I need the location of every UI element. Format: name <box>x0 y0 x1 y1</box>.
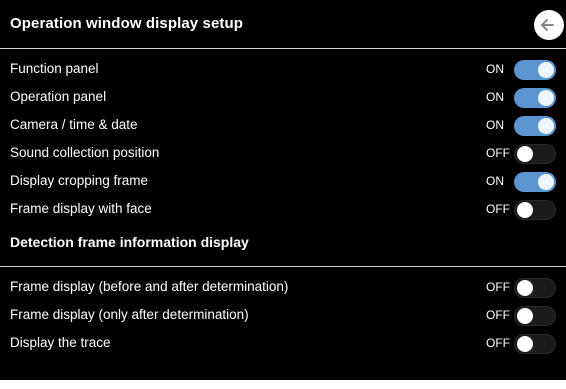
page: Operation window display setup Function … <box>0 0 566 389</box>
toggle-switch[interactable] <box>514 172 556 192</box>
toggle-state-text: ON <box>486 118 504 132</box>
setting-label: Display cropping frame <box>10 173 149 188</box>
toggle-switch[interactable] <box>514 144 556 164</box>
setting-label: Display the trace <box>10 335 111 350</box>
setting-row-camera-time-date[interactable]: Camera / time & date ON <box>0 111 566 139</box>
setting-label: Function panel <box>10 61 99 76</box>
setting-row-cropping-frame[interactable]: Display cropping frame ON <box>0 167 566 195</box>
toggle-knob <box>517 308 533 324</box>
toggle-knob <box>538 118 554 134</box>
setting-row-sound-collection[interactable]: Sound collection position OFF <box>0 139 566 167</box>
toggle-switch[interactable] <box>514 116 556 136</box>
toggle-state-text: ON <box>486 174 504 188</box>
setting-row-frame-after-only[interactable]: Frame display (only after determination)… <box>0 301 566 329</box>
setting-row-operation-panel[interactable]: Operation panel ON <box>0 83 566 111</box>
setting-label: Frame display (only after determination) <box>10 307 249 322</box>
settings-panel: Operation window display setup Function … <box>0 0 566 380</box>
toggle-state-text: ON <box>486 62 504 76</box>
toggle-state-text: OFF <box>486 202 510 216</box>
toggle-state-text: OFF <box>486 280 510 294</box>
toggle-switch[interactable] <box>514 278 556 298</box>
toggle-knob <box>517 280 533 296</box>
setting-label: Camera / time & date <box>10 117 138 132</box>
divider <box>0 266 566 267</box>
setting-label: Frame display (before and after determin… <box>10 279 289 294</box>
toggle-state-text: OFF <box>486 308 510 322</box>
toggle-switch[interactable] <box>514 334 556 354</box>
toggle-switch[interactable] <box>514 88 556 108</box>
setting-row-frame-with-face[interactable]: Frame display with face OFF <box>0 195 566 223</box>
toggle-knob <box>538 174 554 190</box>
toggle-knob <box>517 336 533 352</box>
toggle-knob <box>538 90 554 106</box>
toggle-state-text: ON <box>486 90 504 104</box>
toggle-state-text: OFF <box>486 336 510 350</box>
section-title: Detection frame information display <box>10 234 249 250</box>
setting-label: Operation panel <box>10 89 107 104</box>
toggle-switch[interactable] <box>514 200 556 220</box>
setting-row-frame-before-after[interactable]: Frame display (before and after determin… <box>0 273 566 301</box>
setting-row-display-trace[interactable]: Display the trace OFF <box>0 329 566 357</box>
header: Operation window display setup <box>0 0 566 49</box>
toggle-knob <box>517 146 533 162</box>
setting-label: Sound collection position <box>10 145 160 160</box>
setting-row-function-panel[interactable]: Function panel ON <box>0 55 566 83</box>
toggle-knob <box>538 62 554 78</box>
toggle-knob <box>517 202 533 218</box>
arrow-left-icon <box>541 19 554 31</box>
setting-label: Frame display with face <box>10 201 152 216</box>
toggle-state-text: OFF <box>486 146 510 160</box>
toggle-switch[interactable] <box>514 60 556 80</box>
back-button[interactable] <box>534 10 564 40</box>
toggle-switch[interactable] <box>514 306 556 326</box>
page-title: Operation window display setup <box>10 15 244 32</box>
